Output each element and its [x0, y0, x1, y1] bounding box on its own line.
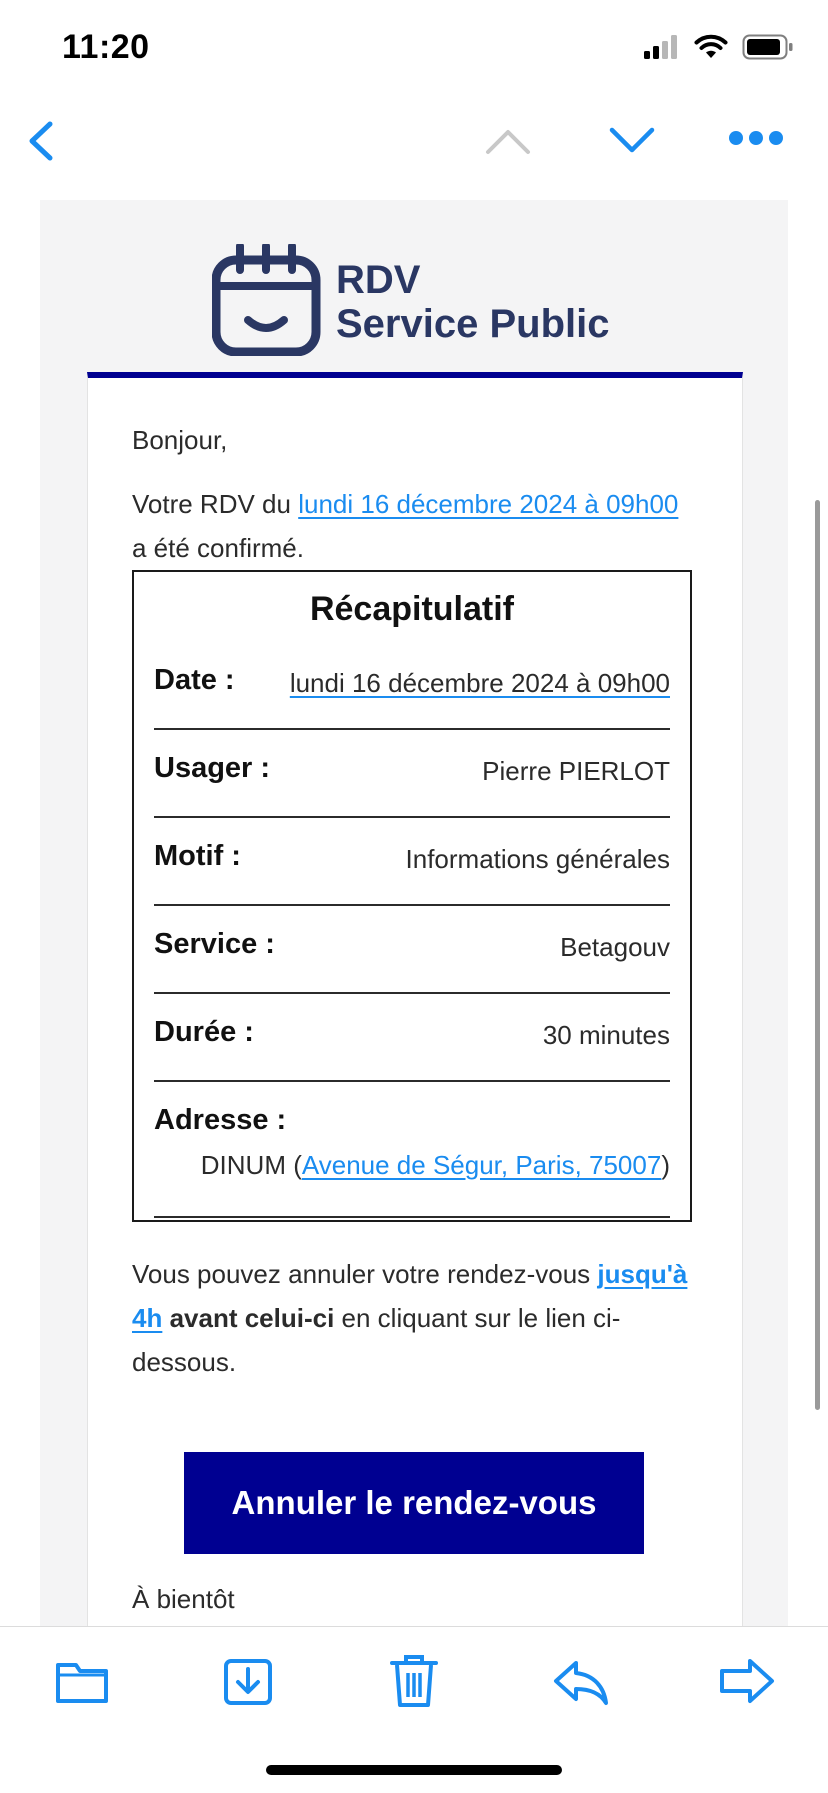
greeting: Bonjour, [132, 425, 228, 455]
intro-prefix: Votre RDV du [132, 489, 299, 519]
summary-row-service: Service : Betagouv [154, 906, 670, 994]
trash-icon[interactable] [384, 1651, 444, 1711]
date-label: Date : [154, 664, 235, 696]
motif-label: Motif : [154, 840, 241, 872]
usager-label: Usager : [154, 752, 271, 784]
summary-row-duree: Durée : 30 minutes [154, 994, 670, 1082]
intro-suffix: a été confirmé. [132, 533, 304, 563]
service-label: Service : [154, 928, 275, 960]
adresse-label: Adresse : [154, 1104, 287, 1136]
usager-value: Pierre PIERLOT [482, 756, 670, 786]
cancel-instructions: Vous pouvez annuler votre rendez-vous ju… [132, 1252, 692, 1384]
chevron-down-icon[interactable] [608, 122, 656, 158]
address-place: DINUM ( [200, 1150, 302, 1180]
folder-icon[interactable] [52, 1651, 112, 1711]
motif-value: Informations générales [405, 844, 670, 874]
logo-line-2: Service Public [336, 302, 610, 346]
cancel-text-prefix: Vous pouvez annuler votre rendez-vous [132, 1259, 598, 1289]
forward-icon[interactable] [716, 1651, 776, 1711]
logo-text: RDV Service Public [336, 258, 609, 346]
service-value: Betagouv [560, 932, 670, 962]
duree-label: Durée : [154, 1016, 254, 1048]
reply-icon[interactable] [550, 1651, 610, 1711]
confirmation-text: Votre RDV du lundi 16 décembre 2024 à 09… [132, 482, 692, 570]
email-body: RDV Service Public Bonjour, Votre RDV du… [40, 200, 788, 1628]
address-close: ) [661, 1150, 670, 1180]
archive-icon[interactable] [218, 1651, 278, 1711]
appointment-date-link[interactable]: lundi 16 décembre 2024 à 09h00 [298, 489, 678, 519]
mail-nav-bar [0, 100, 828, 180]
farewell-text: À bientôt [132, 1584, 235, 1614]
status-time: 11:20 [62, 28, 150, 66]
adresse-value: DINUM (Avenue de Ségur, Paris, 75007) [201, 1150, 670, 1181]
chevron-left-icon[interactable] [22, 118, 62, 164]
summary-row-motif: Motif : Informations générales [154, 818, 670, 906]
address-map-link[interactable]: Avenue de Ségur, Paris, 75007 [302, 1150, 661, 1180]
email-card: Bonjour, Votre RDV du lundi 16 décembre … [87, 372, 743, 1628]
cellular-signal-icon [644, 35, 677, 59]
cancel-text-bold: avant celui-ci [162, 1303, 335, 1333]
date-value-link[interactable]: lundi 16 décembre 2024 à 09h00 [290, 668, 670, 699]
cancel-appointment-button[interactable]: Annuler le rendez-vous [184, 1452, 644, 1554]
email-intro: Bonjour, Votre RDV du lundi 16 décembre … [132, 418, 692, 570]
summary-title: Récapitulatif [309, 590, 515, 628]
battery-icon [742, 34, 793, 60]
scrollbar[interactable] [815, 500, 820, 1410]
ellipsis-icon[interactable] [728, 126, 784, 150]
home-indicator[interactable] [266, 1765, 562, 1775]
summary-row-date: Date : lundi 16 décembre 2024 à 09h00 [154, 642, 670, 730]
summary-row-usager: Usager : Pierre PIERLOT [154, 730, 670, 818]
status-bar: 11:20 [0, 0, 828, 100]
status-icons [644, 34, 794, 60]
logo-line-1: RDV [336, 258, 421, 302]
wifi-icon [694, 34, 728, 58]
duree-value: 30 minutes [542, 1020, 670, 1050]
chevron-up-icon[interactable] [484, 122, 532, 158]
summary-row-adresse: Adresse : DINUM (Avenue de Ségur, Paris,… [154, 1082, 670, 1218]
summary-table: Récapitulatif Date : lundi 16 décembre 2… [132, 570, 692, 1222]
